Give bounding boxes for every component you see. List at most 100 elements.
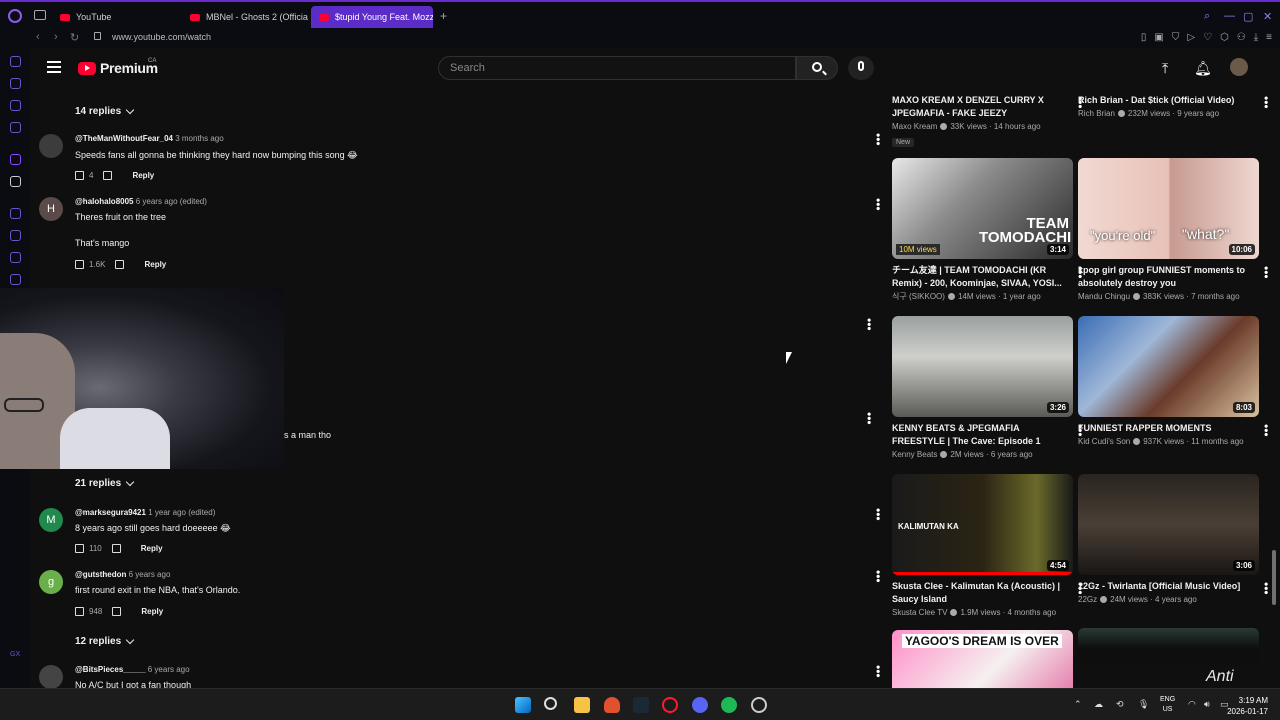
search-button[interactable] <box>796 56 838 80</box>
video-title[interactable]: 22Gz - Twirlanta [Official Music Video] <box>1078 580 1248 593</box>
chevron-up-icon[interactable]: ⌃ <box>1074 699 1082 710</box>
minimize-button[interactable]: — <box>1224 10 1235 22</box>
scrollbar[interactable] <box>1272 550 1276 605</box>
video-thumbnail[interactable]: "you're old" "what?" 10:06 <box>1078 158 1259 259</box>
sidebar-extensions-icon[interactable] <box>10 252 21 263</box>
video-thumbnail[interactable]: KALIMUTAN KA 4:54 <box>892 474 1073 575</box>
video-thumbnail[interactable]: 3:26 <box>892 316 1073 417</box>
video-card[interactable]: MAXO KREAM X DENZEL CURRY X JPEGMAFIA - … <box>892 94 1087 147</box>
video-card[interactable]: TEAM TOMODACHI 10M views 3:14 チーム友達 | TE… <box>892 158 1087 303</box>
video-card[interactable]: Rich Brian - Dat $tick (Official Video) … <box>1078 94 1270 120</box>
file-explorer-icon[interactable] <box>574 697 590 713</box>
avatar[interactable]: H <box>39 197 63 221</box>
upload-icon[interactable]: ⤒ <box>1162 60 1168 77</box>
bookmark-icon[interactable]: ▯ <box>1141 32 1147 43</box>
back-icon[interactable]: ‹ <box>36 31 40 43</box>
like-icon[interactable] <box>75 260 84 269</box>
comment-author[interactable]: @BitsPieces_____ <box>75 665 146 674</box>
avatar[interactable] <box>39 665 63 688</box>
sidebar-chat-icon[interactable] <box>10 100 21 111</box>
spotify-icon[interactable] <box>721 697 737 713</box>
steam-icon[interactable] <box>633 697 649 713</box>
voice-search-button[interactable] <box>848 56 874 80</box>
reply-button[interactable]: Reply <box>144 260 166 269</box>
reply-button[interactable]: Reply <box>141 544 163 553</box>
tab-stupid-young[interactable]: $tupid Young Feat. Mozzy <box>311 6 433 28</box>
maximize-button[interactable]: ▢ <box>1243 10 1253 23</box>
network-app-icon[interactable]: ⟲ <box>1116 699 1124 710</box>
avatar[interactable]: g <box>39 570 63 594</box>
video-title[interactable]: KENNY BEATS & JPEGMAFIA FREESTYLE | The … <box>892 422 1062 448</box>
windows-start-icon[interactable] <box>515 697 531 713</box>
search-input[interactable]: Search <box>438 56 796 80</box>
avatar[interactable] <box>1230 58 1248 76</box>
reply-button[interactable]: Reply <box>141 607 163 616</box>
search-tabs-icon[interactable]: ⌕ <box>1204 10 1210 23</box>
snapshot-icon[interactable]: ▣ <box>1154 32 1163 43</box>
close-window-button[interactable]: ✕ <box>1263 10 1272 23</box>
channel-name[interactable]: Kenny Beats <box>892 450 937 459</box>
video-title[interactable]: Skusta Clee - Kalimutan Ka (Acoustic) | … <box>892 580 1062 606</box>
reload-icon[interactable]: ↻ <box>70 31 79 44</box>
opera-gx-icon[interactable] <box>662 697 678 713</box>
video-title[interactable]: kpop girl group FUNNIEST moments to abso… <box>1078 264 1248 290</box>
video-card[interactable]: Anti <box>1078 628 1260 688</box>
video-card[interactable]: 3:26 KENNY BEATS & JPEGMAFIA FREESTYLE |… <box>892 316 1087 461</box>
replies-toggle[interactable]: 14 replies <box>75 105 135 117</box>
tab-list-icon[interactable] <box>34 10 46 20</box>
comment-author[interactable]: @gutsthedon <box>75 570 126 579</box>
channel-name[interactable]: Kid Cudi's Son <box>1078 437 1130 446</box>
video-title[interactable]: チーム友達 | TEAM TOMODACHI (KR Remix) - 200,… <box>892 264 1062 290</box>
clock[interactable]: 3:19 AM 2026-01-17 <box>1227 695 1268 717</box>
sidebar-player-icon[interactable] <box>10 208 21 219</box>
video-thumbnail[interactable]: 3:06 <box>1078 474 1259 575</box>
tab-mbnel[interactable]: MBNel - Ghosts 2 (Officia <box>182 6 308 28</box>
reply-button[interactable]: Reply <box>132 171 154 180</box>
wifi-icon[interactable]: ◠ <box>1188 699 1196 710</box>
more-options-icon[interactable]: ••• <box>1259 266 1270 279</box>
dislike-icon[interactable] <box>111 544 121 553</box>
volume-icon[interactable]: 🔊︎ <box>1204 699 1210 710</box>
sidebar-twitch-icon[interactable] <box>10 154 21 165</box>
sidebar-settings-icon[interactable] <box>10 274 21 285</box>
comment-author[interactable]: @TheManWithoutFear_04 <box>75 134 173 143</box>
discord-icon[interactable] <box>692 697 708 713</box>
opera-logo-icon[interactable] <box>8 9 22 23</box>
more-options-icon[interactable]: ••• <box>1259 582 1270 595</box>
channel-name[interactable]: 22Gz <box>1078 595 1097 604</box>
sidebar-x-icon[interactable] <box>10 176 21 187</box>
channel-name[interactable]: Mandu Chingu <box>1078 292 1130 301</box>
settings-gear-icon[interactable] <box>751 697 767 713</box>
mic-icon[interactable]: 🎙︎ <box>1138 699 1149 710</box>
account-icon[interactable]: ⚇ <box>1237 32 1246 43</box>
heart-icon[interactable]: ♡ <box>1203 32 1212 43</box>
language-indicator[interactable]: ENG US <box>1160 695 1175 715</box>
channel-name[interactable]: Maxo Kream <box>892 122 937 131</box>
cloud-icon[interactable]: ☁ <box>1094 699 1103 710</box>
like-icon[interactable] <box>75 171 84 180</box>
tab-youtube[interactable]: YouTube <box>52 6 180 28</box>
bell-icon[interactable]: 🔔︎ <box>1194 60 1212 77</box>
avatar[interactable] <box>39 134 63 158</box>
dislike-icon[interactable] <box>103 171 113 180</box>
shield-icon[interactable]: ⛉ <box>1172 32 1180 43</box>
channel-name[interactable]: 식구 (SIKKOO) <box>892 292 945 301</box>
sidebar-bag-icon[interactable] <box>10 78 21 89</box>
video-card[interactable]: YAGOO'S DREAM IS OVER <box>892 630 1074 688</box>
video-card[interactable]: 8:03 FUNNIEST RAPPER MOMENTS Kid Cudi's … <box>1078 316 1270 448</box>
new-tab-button[interactable]: + <box>440 9 447 23</box>
video-card[interactable]: 3:06 22Gz - Twirlanta [Official Music Vi… <box>1078 474 1270 606</box>
avatar[interactable]: M <box>39 508 63 532</box>
dislike-icon[interactable] <box>112 607 122 616</box>
sidebar-home-icon[interactable] <box>10 56 21 67</box>
download-icon[interactable]: ⤓ <box>1254 32 1258 43</box>
comment-author[interactable]: @halohalo8005 <box>75 197 134 206</box>
brave-icon[interactable] <box>604 697 620 713</box>
like-icon[interactable] <box>75 544 84 553</box>
video-thumbnail[interactable]: 8:03 <box>1078 316 1259 417</box>
youtube-premium-logo[interactable]: Premium CA <box>78 58 158 76</box>
video-card[interactable]: "you're old" "what?" 10:06 kpop girl gro… <box>1078 158 1270 303</box>
video-title[interactable]: MAXO KREAM X DENZEL CURRY X JPEGMAFIA - … <box>892 94 1062 120</box>
video-thumbnail[interactable]: YAGOO'S DREAM IS OVER <box>892 630 1073 688</box>
channel-name[interactable]: Skusta Clee TV <box>892 608 947 617</box>
